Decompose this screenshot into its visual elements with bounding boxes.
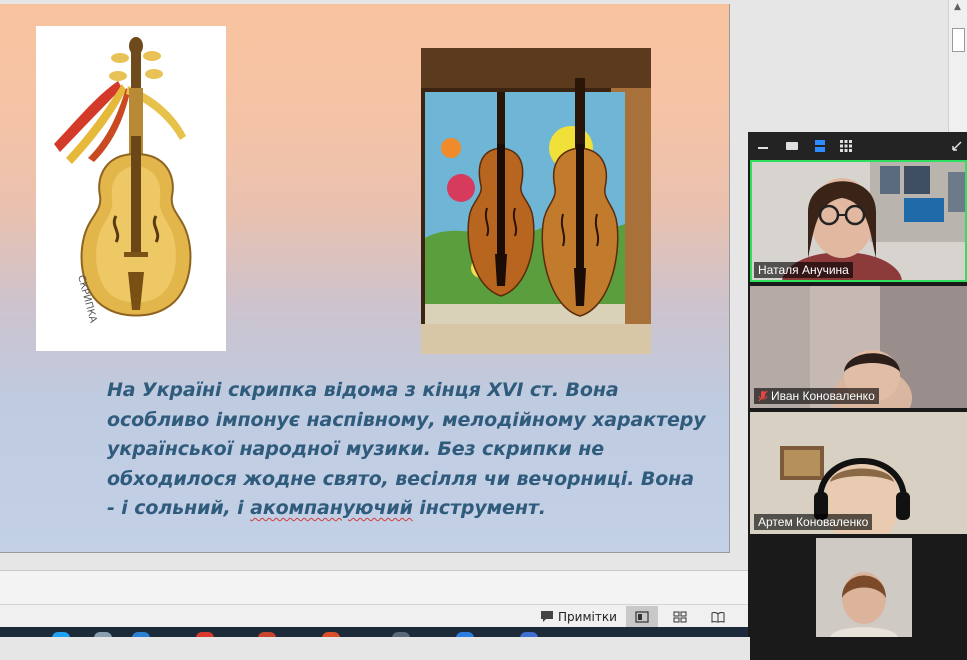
violins-photo-image xyxy=(421,48,651,354)
slide-text-part: інструмент. xyxy=(412,497,546,519)
taskbar-app-icon[interactable] xyxy=(392,632,410,637)
violin-illustration-image: СКРИПКА xyxy=(36,26,226,351)
participant-name-tag: Иван Коноваленко xyxy=(754,388,879,404)
expand-icon[interactable] xyxy=(950,138,964,154)
speaker-view-icon[interactable] xyxy=(784,138,800,154)
taskbar-app-icon[interactable] xyxy=(520,632,538,637)
slide-body-text[interactable]: На Україні скрипка відома з кінця XVI ст… xyxy=(107,376,707,524)
slide-sorter-icon xyxy=(673,611,687,622)
status-bar: Примітки xyxy=(0,604,748,628)
video-gallery-panel: Наталя Анучина Иван Коноваленко Артем Ко… xyxy=(748,132,967,660)
participant-name: Наталя Анучина xyxy=(758,263,849,277)
participant-video-tile[interactable]: Наталя Анучина xyxy=(750,160,967,282)
participant-video-frame xyxy=(816,538,912,637)
windows-taskbar xyxy=(0,627,748,637)
spellcheck-underlined-word: акомпануючий xyxy=(250,497,413,519)
slide-canvas[interactable]: СКРИПКА На Україні скрипка відома з кінц… xyxy=(0,4,730,553)
notes-toggle-button[interactable]: Примітки xyxy=(534,606,623,627)
gallery-toolbar xyxy=(748,132,967,160)
normal-view-icon xyxy=(635,610,649,623)
taskbar-app-icon[interactable] xyxy=(258,632,276,637)
participant-video-tile[interactable]: Артем Коноваленко xyxy=(750,412,967,534)
taskbar-app-icon[interactable] xyxy=(52,632,70,637)
taskbar-app-icon[interactable] xyxy=(196,632,214,637)
strip-view-icon[interactable] xyxy=(812,138,828,154)
presentation-app-window: СКРИПКА На Україні скрипка відома з кінц… xyxy=(0,0,967,660)
minimize-icon[interactable] xyxy=(756,138,770,154)
taskbar-app-icon[interactable] xyxy=(322,632,340,637)
taskbar-app-icon[interactable] xyxy=(456,632,474,637)
two-violins-photo xyxy=(421,48,651,354)
comment-icon xyxy=(541,611,553,622)
slide-sorter-view-button[interactable] xyxy=(664,606,696,627)
participant-name-tag: Наталя Анучина xyxy=(754,262,853,278)
reading-view-button[interactable] xyxy=(702,606,734,627)
participant-name-tag: Артем Коноваленко xyxy=(754,514,873,530)
notes-pane[interactable] xyxy=(0,570,748,605)
participant-name: Иван Коноваленко xyxy=(771,389,875,403)
participant-name: Артем Коноваленко xyxy=(758,515,869,529)
reading-view-icon xyxy=(711,611,725,623)
scroll-thumb[interactable] xyxy=(952,28,965,52)
normal-view-button[interactable] xyxy=(626,606,658,627)
taskbar-app-icon[interactable] xyxy=(94,632,112,637)
notes-label: Примітки xyxy=(558,609,617,624)
mic-muted-icon xyxy=(758,390,768,402)
gallery-grid-icon[interactable] xyxy=(838,138,854,154)
participant-video-tile[interactable] xyxy=(750,538,967,660)
participant-video-tile[interactable]: Иван Коноваленко xyxy=(750,286,967,408)
scroll-up-icon[interactable]: ▲ xyxy=(954,2,961,12)
folk-violin-drawing: СКРИПКА xyxy=(54,37,192,324)
taskbar-app-icon[interactable] xyxy=(132,632,150,637)
